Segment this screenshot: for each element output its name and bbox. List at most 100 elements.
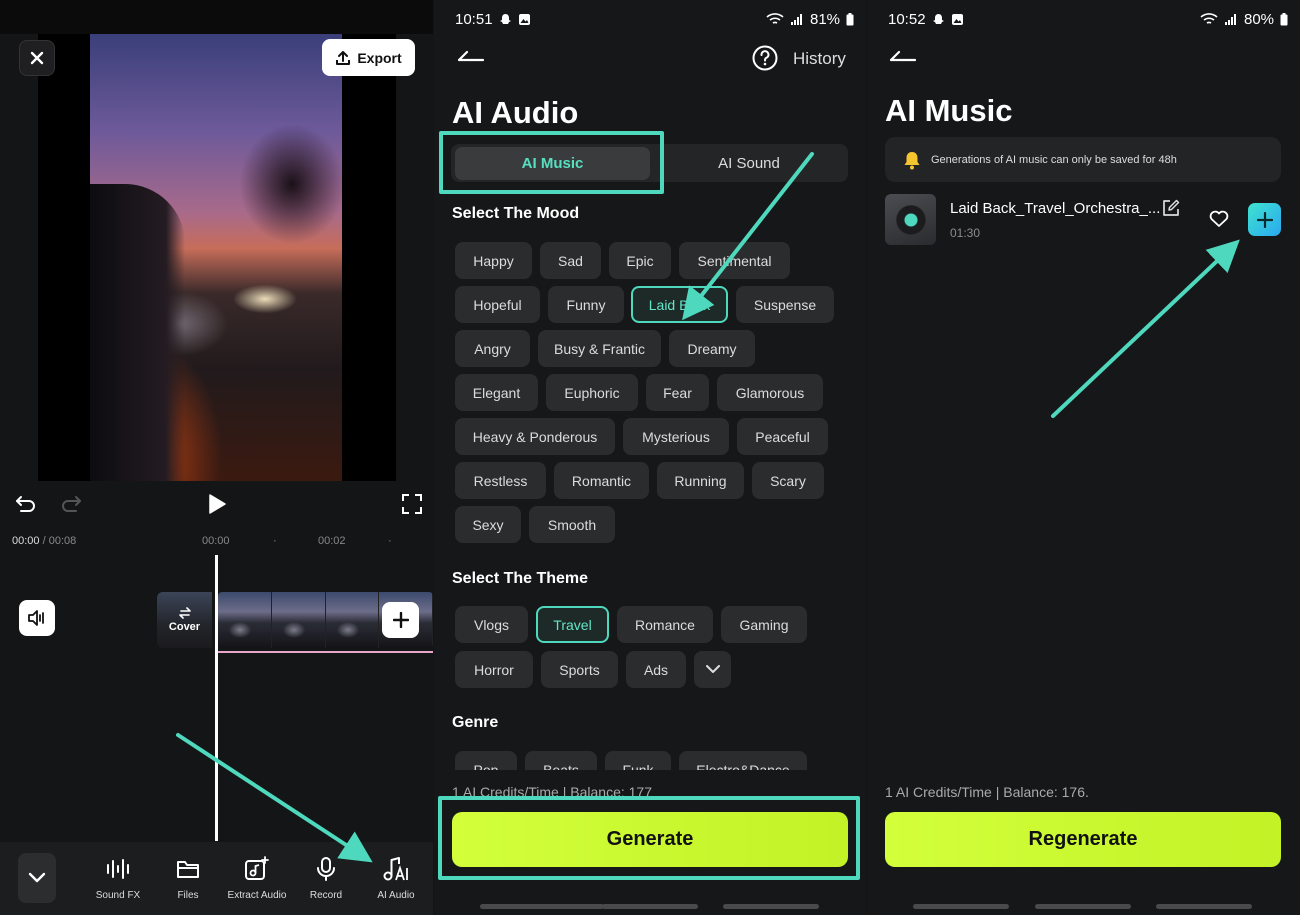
tool-ai-audio[interactable]: AI Audio [365,854,427,901]
ruler-dot: · [273,535,277,547]
vinyl-disc-icon [895,204,926,235]
track-artwork[interactable] [885,194,936,245]
upload-icon [336,50,351,65]
theme-chip[interactable]: Sports [541,651,618,688]
mood-chip[interactable]: Suspense [736,286,834,323]
play-button[interactable] [205,492,229,516]
mood-chip[interactable]: Smooth [529,506,615,543]
clip-frame [218,592,272,648]
chevron-down-icon [28,872,46,883]
redo-button[interactable] [59,492,83,516]
mood-chip[interactable]: Peaceful [737,418,828,455]
redo-icon [62,496,81,512]
video-editor-panel: Export 00:00 / 00:08 00:00 · 00:02 · Cov… [0,0,433,915]
nav-bar-indicator [602,904,698,909]
mood-chip[interactable]: Dreamy [669,330,755,367]
clip-frame [325,592,380,648]
status-time: 10:51 [455,11,493,28]
extract-audio-icon [245,856,269,880]
timecode: 00:00 / 00:08 [12,535,76,547]
mood-chip-selected[interactable]: Laid Back [631,286,728,323]
signal-icon [791,14,802,25]
nav-bar-indicator [1156,904,1252,909]
mood-chip[interactable]: Elegant [455,374,538,411]
mood-chip[interactable]: Romantic [554,462,649,499]
nav-bar-indicator [480,904,604,909]
mood-chip[interactable]: Busy & Frantic [538,330,661,367]
wifi-icon [766,13,784,24]
mood-chip[interactable]: Running [657,462,744,499]
close-button[interactable] [19,40,55,76]
theme-chip[interactable]: Gaming [721,606,807,643]
tool-files[interactable]: Files [157,854,219,901]
tree-silhouette [202,94,342,274]
fullscreen-button[interactable] [400,492,424,516]
sound-fx-icon [107,859,129,879]
mood-chip[interactable]: Sentimental [679,242,790,279]
export-button[interactable]: Export [322,39,415,76]
favorite-button[interactable] [1209,210,1229,228]
tool-record[interactable]: Record [295,854,357,901]
history-link[interactable]: History [793,49,846,69]
theme-chip[interactable]: Horror [455,651,533,688]
mood-chip[interactable]: Fear [646,374,709,411]
back-button[interactable] [458,48,484,62]
fullscreen-icon [402,494,422,514]
mood-chip[interactable]: Hopeful [455,286,540,323]
save-notice-banner: Generations of AI music can only be save… [885,137,1281,182]
notice-text: Generations of AI music can only be save… [931,153,1177,166]
track-duration: 01:30 [950,226,981,240]
mood-chip[interactable]: Sad [540,242,601,279]
theme-chip[interactable]: Vlogs [455,606,528,643]
help-icon [752,45,778,71]
mood-chip[interactable]: Funny [548,286,624,323]
expand-themes-button[interactable] [694,651,731,688]
export-label: Export [357,49,402,66]
mood-chip[interactable]: Scary [752,462,824,499]
undo-button[interactable] [14,492,38,516]
mood-heading: Select The Mood [452,205,580,222]
mood-chip[interactable]: Glamorous [717,374,823,411]
mute-clip-audio-button[interactable] [19,600,55,636]
wifi-icon [1200,13,1218,24]
tab-ai-sound[interactable]: AI Sound [654,147,844,180]
microphone-icon [317,857,335,881]
tool-label: AI Audio [377,890,415,901]
theme-chip-selected[interactable]: Travel [536,606,609,643]
ruler-tick-0: 00:00 [202,535,230,547]
back-arrow-icon [458,50,484,62]
mood-chip[interactable]: Mysterious [623,418,729,455]
back-arrow-icon [890,50,916,62]
ai-audio-panel: 10:51 81% History AI Audio AI Music AI S… [434,0,866,915]
theme-chip[interactable]: Romance [617,606,713,643]
mood-chip[interactable]: Restless [455,462,546,499]
collapse-toolbar-button[interactable] [18,853,56,903]
folder-icon [177,861,199,878]
heart-icon [1209,210,1229,227]
back-button[interactable] [890,48,916,62]
tool-extract-audio[interactable]: Extract Audio [226,854,288,901]
add-to-timeline-button[interactable] [1248,203,1281,236]
mood-chip[interactable]: Happy [455,242,532,279]
cover-thumbnail[interactable]: Cover [157,592,212,648]
tool-sound-fx[interactable]: Sound FX [87,854,149,901]
video-preview[interactable] [38,34,396,481]
tool-label: Extract Audio [227,890,287,901]
plus-icon [392,612,409,628]
mood-chip[interactable]: Euphoric [546,374,638,411]
battery-icon [846,13,854,26]
tool-label: Sound FX [95,890,141,901]
theme-chip[interactable]: Ads [626,651,686,688]
playhead[interactable] [215,555,218,841]
total-time: / 00:08 [42,535,77,547]
help-button[interactable] [752,45,778,71]
rename-track-button[interactable] [1162,199,1180,217]
mood-chip[interactable]: Sexy [455,506,521,543]
add-clip-button[interactable] [382,602,419,638]
mood-chip[interactable]: Angry [455,330,530,367]
nav-bar-indicator [723,904,819,909]
regenerate-button[interactable]: Regenerate [885,812,1281,867]
speaker-icon [28,610,44,626]
mood-chip[interactable]: Epic [609,242,671,279]
mood-chip[interactable]: Heavy & Ponderous [455,418,615,455]
